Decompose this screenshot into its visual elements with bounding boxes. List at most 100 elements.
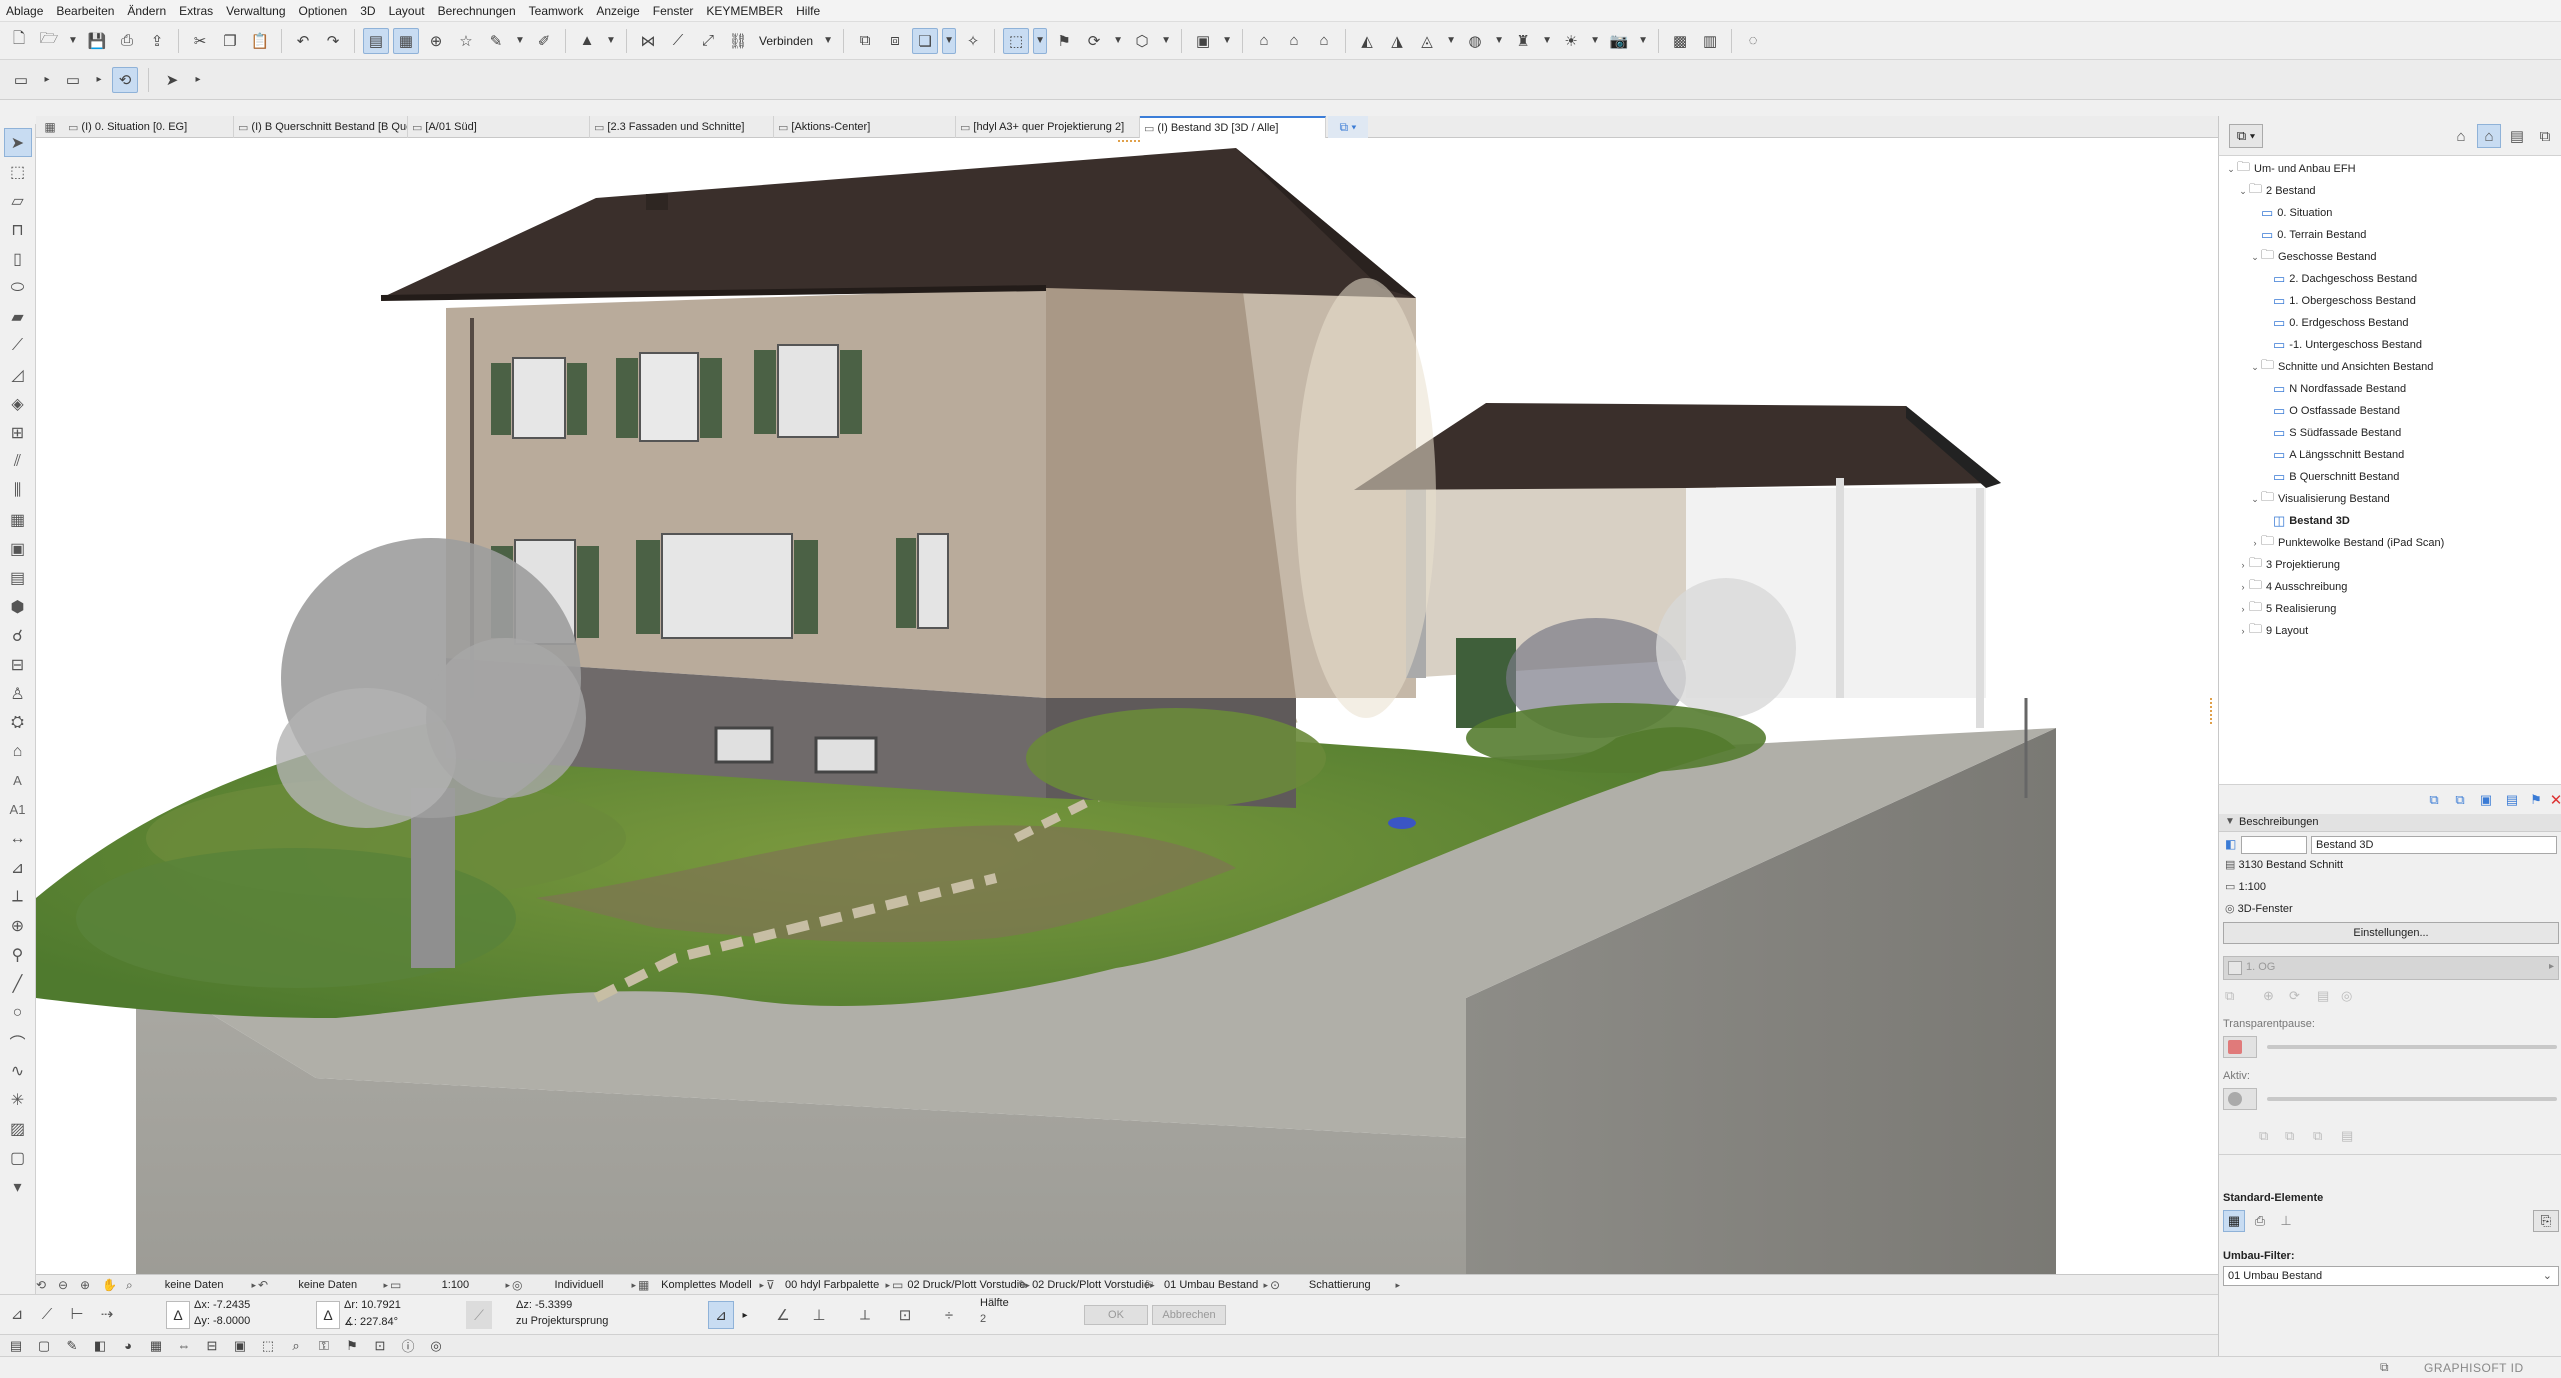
tracker-icon[interactable]: ⊿ (4, 1301, 30, 1327)
structure-display-icon[interactable]: ▣ (230, 1336, 250, 1356)
column-tool-icon[interactable]: ▯ (4, 244, 32, 273)
rotate-view-icon[interactable]: ⟲ (112, 66, 138, 93)
menu-item-1[interactable]: Bearbeiten (56, 4, 114, 18)
snap-mode-icon[interactable]: ⟋ (34, 1301, 60, 1327)
door-tool-icon[interactable]: ⊓ (4, 215, 32, 244)
radial-dimension-icon[interactable]: ⟂ (4, 882, 32, 911)
slab-tool-icon[interactable]: ▰ (4, 302, 32, 331)
flag-view-icon[interactable]: ⚑ (2525, 789, 2547, 811)
orbit-status-icon[interactable]: ⟲ (36, 1275, 58, 1295)
render-icon[interactable]: ◍ (1462, 28, 1488, 54)
flag-icon[interactable]: ⚑ (1051, 28, 1077, 54)
railing-tool-icon[interactable]: ⫼ (4, 476, 32, 505)
expand-caret-icon[interactable]: ⌄ (2237, 186, 2249, 197)
layout-icon[interactable]: ▢ (34, 1336, 54, 1356)
lock-icon[interactable]: ⚿ (314, 1336, 334, 1356)
navigator-item[interactable]: ⌄ 🗀 Schnitte und Ansichten Bestand (2249, 356, 2433, 378)
display-order-caret[interactable]: ▼ (942, 27, 957, 54)
morph-tool-icon[interactable]: ⬢ (4, 592, 32, 621)
navigator-item[interactable]: ⌄ 🗀 Um- und Anbau EFH (2225, 158, 2355, 180)
navigator-item[interactable]: ⌄ 🗀 Visualisierung Bestand (2249, 488, 2390, 510)
navigator-item[interactable]: ▭ B Querschnitt Bestand (2261, 466, 2399, 488)
ox-value[interactable]: 10.7921 (361, 1299, 401, 1311)
save-view-icon[interactable]: ▣ (2475, 789, 2497, 811)
navigator-item[interactable]: ⌄ 🗀 Geschosse Bestand (2249, 246, 2376, 268)
print-icon[interactable]: ⎙ (114, 28, 140, 54)
shading-status[interactable]: ⊙ Schattierung ▸ (1270, 1275, 1400, 1295)
cut-icon[interactable]: ✂ (187, 28, 213, 54)
scale-status[interactable]: ▭ 1:100 ▸ (390, 1275, 510, 1295)
find-select-icon[interactable]: ⚑ (342, 1336, 362, 1356)
floor-tool-2-icon[interactable]: ⊕ (2263, 988, 2274, 1004)
overlay-tool-1-icon[interactable]: ⧉ (2259, 1128, 2268, 1144)
marquee-tool-icon[interactable]: ⬚ (4, 157, 32, 186)
mesh-tool-icon[interactable]: ▦ (4, 505, 32, 534)
divide-icon[interactable]: ÷ (936, 1301, 962, 1329)
menu-item-13[interactable]: Hilfe (796, 4, 820, 18)
layer-view-icon[interactable]: ▤ (363, 27, 389, 54)
partial-structure-icon[interactable]: ▦ (146, 1336, 166, 1356)
expand-caret-icon[interactable]: ⌄ (2249, 494, 2261, 505)
roof-2-tool-icon[interactable]: ⌂ (4, 737, 32, 766)
grid-icon[interactable]: ▦ (393, 27, 419, 54)
menu-item-9[interactable]: Teamwork (529, 4, 584, 18)
connect-button[interactable]: Verbinden (755, 34, 817, 48)
std-element-grid-icon[interactable]: ▦ (2223, 1210, 2245, 1232)
view-tab-5[interactable]: ▭ [hdyl A3+ quer Projektierung 2] (956, 116, 1140, 138)
lamp-tool-icon[interactable]: ☌ (4, 621, 32, 650)
object-tool-icon[interactable]: ▤ (4, 563, 32, 592)
navigator-item[interactable]: ▭ A Längsschnitt Bestand (2261, 444, 2404, 466)
save-icon[interactable]: 💾 (84, 28, 110, 54)
elevation-marker-icon[interactable]: ⚲ (4, 940, 32, 969)
dy-value[interactable]: -8.0000 (213, 1315, 250, 1327)
building-section-icon[interactable]: ⌂ (1281, 28, 1307, 54)
level-dimension-icon[interactable]: ⊿ (4, 853, 32, 882)
overlay-tool-3-icon[interactable]: ⧉ (2313, 1128, 2322, 1144)
camera-tool-icon[interactable]: ⛭ (4, 708, 32, 737)
3d-window-caret[interactable]: ▼ (1033, 27, 1048, 54)
element-filter-icon[interactable]: ▭ (60, 67, 86, 93)
menu-item-12[interactable]: KEYMEMBER (706, 4, 783, 18)
navigator-item[interactable]: ▭ N Nordfassade Bestand (2261, 378, 2406, 400)
camera-caret[interactable]: ▼ (1636, 28, 1650, 54)
settings-button[interactable]: Einstellungen... (2223, 922, 2559, 944)
cut-plane-3-icon[interactable]: ◬ (1414, 28, 1440, 54)
text-tool-icon[interactable]: A (4, 766, 32, 795)
label-tool-icon[interactable]: A1 (4, 795, 32, 824)
menu-item-2[interactable]: Ändern (127, 4, 166, 18)
license-icon[interactable]: ⧉ (2380, 1360, 2389, 1375)
renovation-filter-select[interactable]: 01 Umbau Bestand ⌄ (2223, 1266, 2559, 1286)
navigator-item[interactable]: › 🗀 9 Layout (2237, 620, 2309, 642)
floor-checkbox[interactable] (2228, 961, 2242, 975)
shell-tool-icon[interactable]: ◿ (4, 360, 32, 389)
z-reference[interactable]: zu Projektursprung (516, 1315, 608, 1327)
building-icon[interactable]: ⌂ (1251, 28, 1277, 54)
roof-tool-icon[interactable]: ⟋ (4, 331, 32, 360)
view-window-type[interactable]: 3D-Fenster (2238, 903, 2293, 915)
story-dropdown-caret[interactable]: ▸ (40, 67, 54, 93)
arrow-tool-icon[interactable]: ➤ (3, 128, 32, 157)
menu-item-8[interactable]: Berechnungen (438, 4, 516, 18)
view-tab-6[interactable]: ▭ (I) Bestand 3D [3D / Alle] (1140, 116, 1326, 138)
menu-item-7[interactable]: Layout (389, 4, 425, 18)
navigator-item[interactable]: ▭ 0. Situation (2249, 202, 2332, 224)
open-folder-icon[interactable]: 🗁 (36, 28, 62, 54)
favorites-star-icon[interactable]: ☆ (453, 28, 479, 54)
redo-icon[interactable]: ↷ (320, 28, 346, 54)
menu-item-4[interactable]: Verwaltung (226, 4, 285, 18)
navigator-item[interactable]: ▭ 0. Erdgeschoss Bestand (2261, 312, 2409, 334)
cancel-button[interactable]: Abbrechen (1152, 1305, 1226, 1325)
suspend-group-icon[interactable]: ⧈ (882, 28, 908, 54)
view-tab-3[interactable]: ▭ [2.3 Fassaden und Schnitte] (590, 116, 774, 138)
help-icon[interactable]: ◌ (1740, 28, 1766, 54)
guide-icon[interactable]: ⊢ (64, 1301, 90, 1327)
grid-element-icon[interactable]: ⊕ (4, 911, 32, 940)
cut-plane-2-icon[interactable]: ◮ (1384, 28, 1410, 54)
active-slider[interactable] (2267, 1097, 2557, 1101)
window-tool-icon[interactable]: ⊟ (4, 650, 32, 679)
model-view-option-status[interactable]: ▭ 02 Druck/Plott Vorstudie ▸ (892, 1275, 1030, 1295)
polyline-tool-icon[interactable]: ⌒ (4, 1027, 32, 1056)
view-cube-icon[interactable]: ⬡ (1129, 28, 1155, 54)
view-cube-caret[interactable]: ▼ (1159, 28, 1173, 54)
graphic-override-icon[interactable]: ◕ (118, 1336, 138, 1356)
